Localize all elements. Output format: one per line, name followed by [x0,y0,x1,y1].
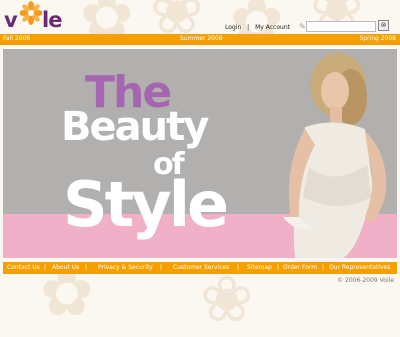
footer-link-customer-services[interactable]: Customer Services [173,264,229,271]
flower-logo-icon [20,1,42,25]
season-link-fall[interactable]: Fall 2008 [3,35,30,42]
logo-text-right: le [42,8,62,32]
hero-word-beauty: Beauty [61,104,209,150]
footer-separator: | [160,264,163,271]
background-flower-icon: ❀ [200,263,254,337]
hero-word-style: Style [63,168,229,241]
footer-link-order-form[interactable]: Order Form [283,264,317,271]
copyright: © 2006-2009 Voile [337,277,394,284]
season-nav: Fall 2008 Summer 2008 Spring 2008 [0,34,400,45]
link-separator: | [247,24,250,31]
footer-link-sitemap[interactable]: Sitemap [247,264,272,271]
footer-link-representatives[interactable]: Our Representatives [329,264,390,271]
footer-separator: | [277,264,280,271]
footer-separator: | [237,264,240,271]
footer-nav: Contact Us | About Us | Privacy & Securi… [3,262,397,274]
login-link[interactable]: Login [225,24,241,31]
search-button[interactable]: ⊗ [378,20,389,31]
logo-text-left: v [4,8,18,32]
header: v le Login | My Account ✎ ⊗ [0,0,400,33]
search-input[interactable] [306,21,376,32]
footer-separator: | [322,264,325,271]
footer-link-privacy[interactable]: Privacy & Security [98,264,153,271]
account-links: Login | My Account [223,24,292,31]
brand-logo[interactable]: v le [4,1,74,32]
season-link-summer[interactable]: Summer 2008 [180,35,223,42]
my-account-link[interactable]: My Account [255,24,290,31]
model-photo [283,53,387,258]
hero-banner: The Beauty of Style [3,47,397,258]
footer-link-contact[interactable]: Contact Us [7,264,40,271]
footer-separator: | [85,264,88,271]
search-icon: ✎ [299,22,306,31]
season-link-spring[interactable]: Spring 2008 [359,35,396,42]
footer-separator: | [44,264,47,271]
footer-link-about[interactable]: About Us [52,264,79,271]
